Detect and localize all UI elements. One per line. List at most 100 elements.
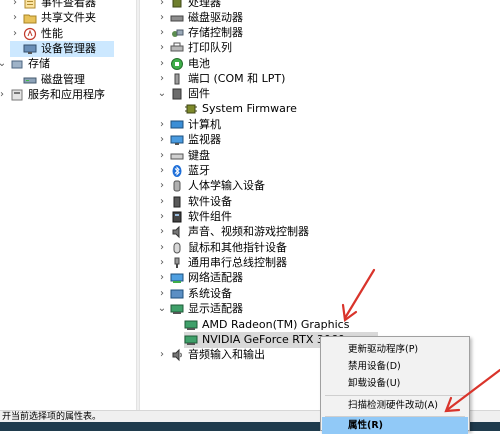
system-device-icon xyxy=(170,287,184,301)
tree-item-disk-management[interactable]: 磁盘管理 xyxy=(10,72,85,88)
collapse-arrow-icon[interactable]: ⌄ xyxy=(157,301,167,317)
expand-arrow-icon[interactable]: › xyxy=(157,56,167,72)
device-category-bluetooth[interactable]: › 蓝牙 xyxy=(157,163,210,179)
expand-arrow-icon[interactable]: › xyxy=(157,40,167,56)
menu-item-update-driver[interactable]: 更新驱动程序(P) xyxy=(322,341,468,358)
display-adapter-icon xyxy=(170,302,184,316)
device-category-label: 人体学输入设备 xyxy=(188,179,265,192)
tree-item-label: 性能 xyxy=(41,27,63,40)
tree-item-device-manager[interactable]: 设备管理器 xyxy=(10,41,114,57)
device-category-label: 音频输入和输出 xyxy=(188,348,265,361)
tree-item-shared-folders[interactable]: › 共享文件夹 xyxy=(10,10,96,26)
expand-arrow-icon[interactable]: › xyxy=(157,224,167,240)
expand-arrow-icon[interactable]: › xyxy=(157,178,167,194)
expand-arrow-icon[interactable]: › xyxy=(157,163,167,179)
expand-arrow-icon[interactable]: › xyxy=(157,132,167,148)
context-menu: 更新驱动程序(P) 禁用设备(D) 卸载设备(U) 扫描检测硬件改动(A) 属性… xyxy=(320,336,470,434)
expand-arrow-icon[interactable]: › xyxy=(157,10,167,26)
device-amd-radeon[interactable]: AMD Radeon(TM) Graphics xyxy=(184,317,349,333)
device-category-label: 系统设备 xyxy=(188,287,232,300)
hid-icon xyxy=(170,179,184,193)
device-category-print-queues[interactable]: › 打印队列 xyxy=(157,40,232,56)
device-category-label: 蓝牙 xyxy=(188,164,210,177)
device-category-monitors[interactable]: › 监视器 xyxy=(157,132,221,148)
storage-controller-icon xyxy=(170,26,184,40)
expand-arrow-icon[interactable]: › xyxy=(157,347,167,363)
expand-arrow-icon[interactable]: › xyxy=(10,26,20,42)
device-category-display-adapters[interactable]: ⌄ 显示适配器 xyxy=(157,301,243,317)
device-category-label: 存储控制器 xyxy=(188,26,243,39)
device-category-label: 软件组件 xyxy=(188,210,232,223)
device-category-system-devices[interactable]: › 系统设备 xyxy=(157,286,232,302)
tree-item-label: 存储 xyxy=(28,57,50,70)
device-category-sound[interactable]: › 声音、视频和游戏控制器 xyxy=(157,224,309,240)
printer-icon xyxy=(170,41,184,55)
device-system-firmware[interactable]: System Firmware xyxy=(184,101,297,117)
device-category-software-components[interactable]: › 软件组件 xyxy=(157,209,232,225)
expand-arrow-icon[interactable]: › xyxy=(157,71,167,87)
device-category-label: 端口 (COM 和 LPT) xyxy=(188,72,286,85)
tree-item-label: 磁盘管理 xyxy=(41,73,85,86)
expand-arrow-icon[interactable]: › xyxy=(10,10,20,26)
computer-icon xyxy=(170,118,184,132)
expand-arrow-icon[interactable]: › xyxy=(157,25,167,41)
device-category-label: 电池 xyxy=(188,57,210,70)
menu-item-scan-hardware[interactable]: 扫描检测硬件改动(A) xyxy=(322,397,468,414)
expand-arrow-icon[interactable]: › xyxy=(157,148,167,164)
firmware-icon xyxy=(170,87,184,101)
device-category-label: 打印队列 xyxy=(188,41,232,54)
device-category-batteries[interactable]: › 电池 xyxy=(157,56,210,72)
expand-arrow-icon[interactable]: › xyxy=(157,286,167,302)
expand-arrow-icon[interactable]: › xyxy=(157,240,167,256)
device-category-audio-io[interactable]: › 音频输入和输出 xyxy=(157,347,265,363)
tree-item-services-apps[interactable]: › 服务和应用程序 xyxy=(0,87,105,103)
device-label: AMD Radeon(TM) Graphics xyxy=(202,318,350,331)
disk-drive-icon xyxy=(170,11,184,25)
expand-arrow-icon[interactable]: › xyxy=(157,117,167,133)
tree-item-storage[interactable]: ⌄ 存储 xyxy=(0,56,50,72)
firmware-chip-icon xyxy=(184,102,198,116)
device-category-disk-drives[interactable]: › 磁盘驱动器 xyxy=(157,10,243,26)
network-adapter-icon xyxy=(170,271,184,285)
menu-item-disable-device[interactable]: 禁用设备(D) xyxy=(322,358,468,375)
menu-item-properties[interactable]: 属性(R) xyxy=(322,417,468,434)
device-category-label: 监视器 xyxy=(188,133,221,146)
device-category-firmware[interactable]: ⌄ 固件 xyxy=(157,86,210,102)
expand-arrow-icon[interactable]: › xyxy=(157,209,167,225)
device-category-computer[interactable]: › 计算机 xyxy=(157,117,221,133)
monitor-icon xyxy=(170,133,184,147)
device-category-usb[interactable]: › 通用串行总线控制器 xyxy=(157,255,287,271)
expand-arrow-icon[interactable]: › xyxy=(157,255,167,271)
collapse-arrow-icon[interactable]: ⌄ xyxy=(157,86,167,102)
collapse-arrow-icon[interactable]: ⌄ xyxy=(0,56,7,72)
software-component-icon xyxy=(170,210,184,224)
battery-icon xyxy=(170,57,184,71)
device-category-label: 磁盘驱动器 xyxy=(188,11,243,24)
device-category-hid[interactable]: › 人体学输入设备 xyxy=(157,178,265,194)
menu-item-uninstall-device[interactable]: 卸载设备(U) xyxy=(322,375,468,392)
expand-arrow-icon[interactable]: › xyxy=(0,87,7,103)
mouse-icon xyxy=(170,241,184,255)
gpu-icon xyxy=(184,333,198,347)
device-category-ports[interactable]: › 端口 (COM 和 LPT) xyxy=(157,71,285,87)
expand-arrow-icon[interactable]: › xyxy=(157,194,167,210)
device-category-keyboards[interactable]: › 键盘 xyxy=(157,148,210,164)
keyboard-icon xyxy=(170,149,184,163)
expand-arrow-icon[interactable]: › xyxy=(157,270,167,286)
device-category-label: 网络适配器 xyxy=(188,271,243,284)
device-category-label: 鼠标和其他指针设备 xyxy=(188,241,287,254)
menu-separator xyxy=(325,395,465,396)
gpu-icon xyxy=(184,318,198,332)
device-category-software-devices[interactable]: › 软件设备 xyxy=(157,194,232,210)
tree-item-performance[interactable]: › 性能 xyxy=(10,26,63,42)
device-category-label: 显示适配器 xyxy=(188,302,243,315)
event-viewer-icon xyxy=(23,0,37,10)
device-category-label: 通用串行总线控制器 xyxy=(188,256,287,269)
device-category-network-adapters[interactable]: › 网络适配器 xyxy=(157,270,243,286)
device-category-storage-controllers[interactable]: › 存储控制器 xyxy=(157,25,243,41)
tree-item-label: 服务和应用程序 xyxy=(28,88,105,101)
sound-icon xyxy=(170,225,184,239)
audio-io-icon xyxy=(170,348,184,362)
device-category-mice[interactable]: › 鼠标和其他指针设备 xyxy=(157,240,287,256)
device-category-label: 键盘 xyxy=(188,149,210,162)
